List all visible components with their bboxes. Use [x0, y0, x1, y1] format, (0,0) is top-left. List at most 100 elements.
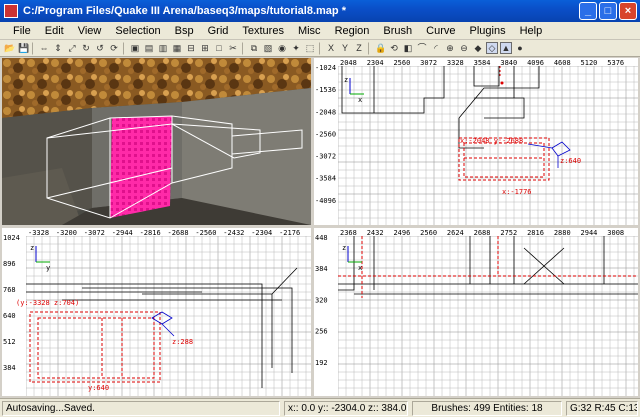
- toolbar-separator: [368, 41, 371, 55]
- yz-y-tick: 896: [3, 260, 16, 268]
- close-button[interactable]: ×: [619, 2, 637, 20]
- xz-y-tick: -4096: [315, 197, 336, 205]
- camera-view[interactable]: [2, 58, 311, 225]
- yz-x-tick: -2560: [195, 229, 216, 237]
- select-touching-icon[interactable]: ▤: [143, 42, 155, 54]
- select-inside-icon[interactable]: ▦: [171, 42, 183, 54]
- menu-plugins[interactable]: Plugins: [463, 23, 513, 39]
- texture-lock-icon[interactable]: 🔒: [374, 42, 386, 54]
- y-view-icon[interactable]: Y: [339, 42, 351, 54]
- camera-icon[interactable]: ◉: [276, 42, 288, 54]
- xy-y-tick: 448: [315, 234, 328, 242]
- flip-x-icon[interactable]: ⇔: [38, 42, 50, 54]
- rotate-y-icon[interactable]: ↺: [94, 42, 106, 54]
- menu-region[interactable]: Region: [328, 23, 377, 39]
- xz-y-tick: -2048: [315, 108, 336, 116]
- status-bar: Autosaving...Saved. x:: 0.0 y:: -2304.0 …: [0, 398, 640, 417]
- yz-y-label: y:640: [88, 384, 109, 392]
- xy-x-tick: 2368: [340, 229, 357, 237]
- menu-bar: File Edit View Selection Bsp Grid Textures Misc…: [0, 22, 640, 40]
- minimize-button[interactable]: _: [579, 2, 597, 20]
- patch-icon[interactable]: ⌒: [416, 42, 428, 54]
- rotate-x-icon[interactable]: ↻: [80, 42, 92, 54]
- xz-x-tick: 3840: [500, 59, 517, 67]
- x-view-icon[interactable]: X: [325, 42, 337, 54]
- hollow-icon[interactable]: □: [213, 42, 225, 54]
- z-view-icon[interactable]: Z: [353, 42, 365, 54]
- entity-icon[interactable]: ✦: [290, 42, 302, 54]
- xz-x-label: x:-1776: [502, 188, 532, 196]
- select-complete-icon[interactable]: ▣: [129, 42, 141, 54]
- yz-y-tick: 1024: [3, 234, 20, 242]
- red-cursor-icon[interactable]: ●: [514, 42, 526, 54]
- drag-edge-icon[interactable]: ◇: [486, 42, 498, 54]
- yz-x-tick: -3072: [84, 229, 105, 237]
- xy-y-tick: 320: [315, 296, 328, 304]
- xz-y-tick: -2560: [315, 130, 336, 138]
- toolbar-separator: [242, 41, 245, 55]
- xy-y-tick: 384: [315, 265, 328, 273]
- xy-x-tick: 2624: [447, 229, 464, 237]
- app-icon: [4, 4, 18, 18]
- drag-vertex-icon[interactable]: ◆: [472, 42, 484, 54]
- cap-icon[interactable]: ◧: [402, 42, 414, 54]
- menu-file[interactable]: File: [6, 23, 38, 39]
- yz-x-tick: -2816: [140, 229, 161, 237]
- menu-textures[interactable]: Textures: [235, 23, 291, 39]
- menu-bsp[interactable]: Bsp: [168, 23, 201, 39]
- menu-selection[interactable]: Selection: [108, 23, 167, 39]
- clipper-icon[interactable]: ✂: [227, 42, 239, 54]
- menu-help[interactable]: Help: [513, 23, 550, 39]
- yz-x-tick: -2304: [251, 229, 272, 237]
- menu-edit[interactable]: Edit: [38, 23, 71, 39]
- yz-grid: z y -3328 -3200 -3072 -2944 -2816 -2688 -2560-…: [2, 228, 311, 396]
- patch-bend-icon[interactable]: ◜: [430, 42, 442, 54]
- csg-merge-icon[interactable]: ⊞: [199, 42, 211, 54]
- yz-y-tick: 768: [3, 286, 16, 294]
- yz-x-tick: -2688: [168, 229, 189, 237]
- change-view-icon[interactable]: ⧉: [248, 42, 260, 54]
- title-bar: C:/Program Files/Quake III Arena/baseq3/…: [0, 0, 640, 22]
- xz-y-tick: -1024: [315, 64, 336, 72]
- csg-subtract-icon[interactable]: ⊟: [185, 42, 197, 54]
- texture-view-icon[interactable]: ▧: [262, 42, 274, 54]
- svg-text:z: z: [342, 244, 346, 252]
- open-icon[interactable]: 📂: [3, 42, 15, 54]
- rotate-z-icon[interactable]: ⟳: [108, 42, 120, 54]
- menu-grid[interactable]: Grid: [201, 23, 236, 39]
- front-view-xz[interactable]: z x 2048 2304 2560 3072 3328 3584 3840 4096 4608…: [314, 58, 638, 225]
- xy-grid: z x 2368 2432 2496 2560 2624 2688 2752 2816 2880…: [314, 228, 638, 396]
- camera-render: [2, 58, 311, 225]
- rotate-lock-icon[interactable]: ⟲: [388, 42, 400, 54]
- status-message: Autosaving...Saved.: [2, 401, 280, 416]
- xz-z-label: z:640: [560, 157, 581, 165]
- menu-view[interactable]: View: [71, 23, 109, 39]
- xy-x-tick: 2432: [367, 229, 384, 237]
- xz-x-tick: 2560: [393, 59, 410, 67]
- drag-face-icon[interactable]: ▲: [500, 42, 512, 54]
- xz-x-tick: 4096: [527, 59, 544, 67]
- menu-misc[interactable]: Misc: [291, 23, 328, 39]
- top-view-xy[interactable]: z x 2368 2432 2496 2560 2624 2688 2752 2816 2880…: [314, 228, 638, 396]
- flip-y-icon[interactable]: ⇕: [52, 42, 64, 54]
- maximize-button[interactable]: □: [599, 2, 617, 20]
- toolbar-separator: [32, 41, 35, 55]
- patch-insert-icon[interactable]: ⊕: [444, 42, 456, 54]
- yz-coord-label: (y:-3328 z:704): [16, 299, 79, 307]
- select-partial-icon[interactable]: ▥: [157, 42, 169, 54]
- side-view-yz[interactable]: z y -3328 -3200 -3072 -2944 -2816 -2688 -2560-…: [2, 228, 311, 396]
- yz-y-tick: 384: [3, 364, 16, 372]
- yz-x-tick: -2176: [279, 229, 300, 237]
- xy-x-tick: 2688: [474, 229, 491, 237]
- save-icon[interactable]: 💾: [17, 42, 29, 54]
- flip-z-icon[interactable]: ⤢: [66, 42, 78, 54]
- menu-curve[interactable]: Curve: [419, 23, 462, 39]
- xz-y-tick: -1536: [315, 86, 336, 94]
- menu-brush[interactable]: Brush: [376, 23, 419, 39]
- yz-x-tick: -2432: [223, 229, 244, 237]
- cube-clip-icon[interactable]: ⬚: [304, 42, 316, 54]
- svg-text:y: y: [46, 264, 50, 272]
- xy-x-tick: 2816: [527, 229, 544, 237]
- patch-delete-icon[interactable]: ⊖: [458, 42, 470, 54]
- svg-text:x: x: [358, 96, 362, 104]
